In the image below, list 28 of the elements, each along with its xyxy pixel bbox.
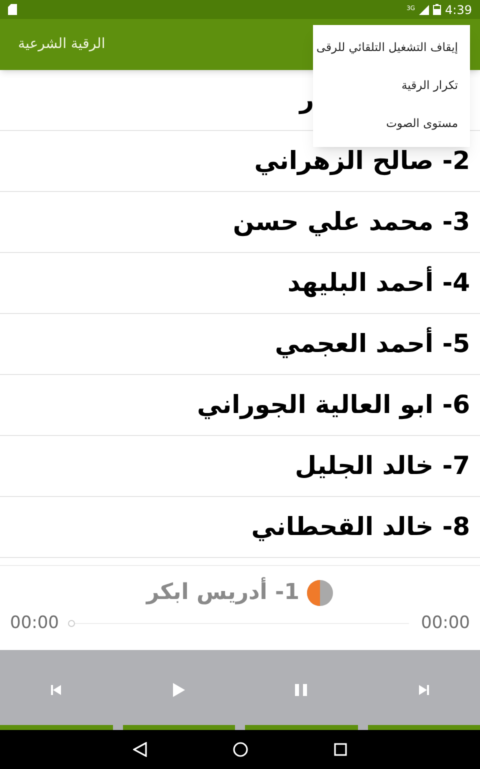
seek-bar[interactable]: [71, 620, 409, 628]
battery-icon: [433, 4, 442, 15]
reciter-name[interactable]: 8- خالد القحطاني: [251, 508, 470, 546]
reciter-name[interactable]: 5- أحمد العجمي: [274, 325, 470, 363]
home-icon[interactable]: [233, 742, 248, 757]
toolbar-title: الرقية الشرعية: [18, 35, 106, 54]
now-playing-title: 1- أدريس ابكر: [146, 576, 300, 609]
reciter-name[interactable]: 7- خالد الجليل: [294, 447, 470, 485]
reciter-name[interactable]: ر: [300, 81, 314, 119]
clock: 4:39: [445, 4, 472, 16]
reciter-name[interactable]: 4- أحمد البليهد: [288, 264, 470, 302]
recents-icon[interactable]: [334, 743, 347, 756]
elapsed-time: 00:00: [10, 612, 59, 635]
menu-item[interactable]: تكرار الرقية: [313, 67, 470, 105]
total-time: 00:00: [421, 612, 470, 635]
back-icon[interactable]: [133, 742, 147, 757]
pause-icon: [294, 682, 308, 696]
half-circle-icon: [307, 580, 334, 606]
signal-icon: [419, 4, 430, 14]
reciter-name[interactable]: 6- ابو العالية الجوراني: [196, 386, 470, 424]
menu-item[interactable]: مستوى الصوت: [313, 105, 470, 143]
play-icon: [172, 682, 186, 698]
menu-item[interactable]: إيقاف التشغيل التلقائي للرقى: [313, 29, 470, 67]
skip-previous-icon: [50, 684, 62, 696]
reciter-name[interactable]: 3- محمد علي حسن: [232, 203, 470, 241]
seek-thumb[interactable]: [68, 620, 75, 628]
skip-next-icon: [418, 684, 430, 696]
sd-card-icon: [8, 4, 17, 15]
